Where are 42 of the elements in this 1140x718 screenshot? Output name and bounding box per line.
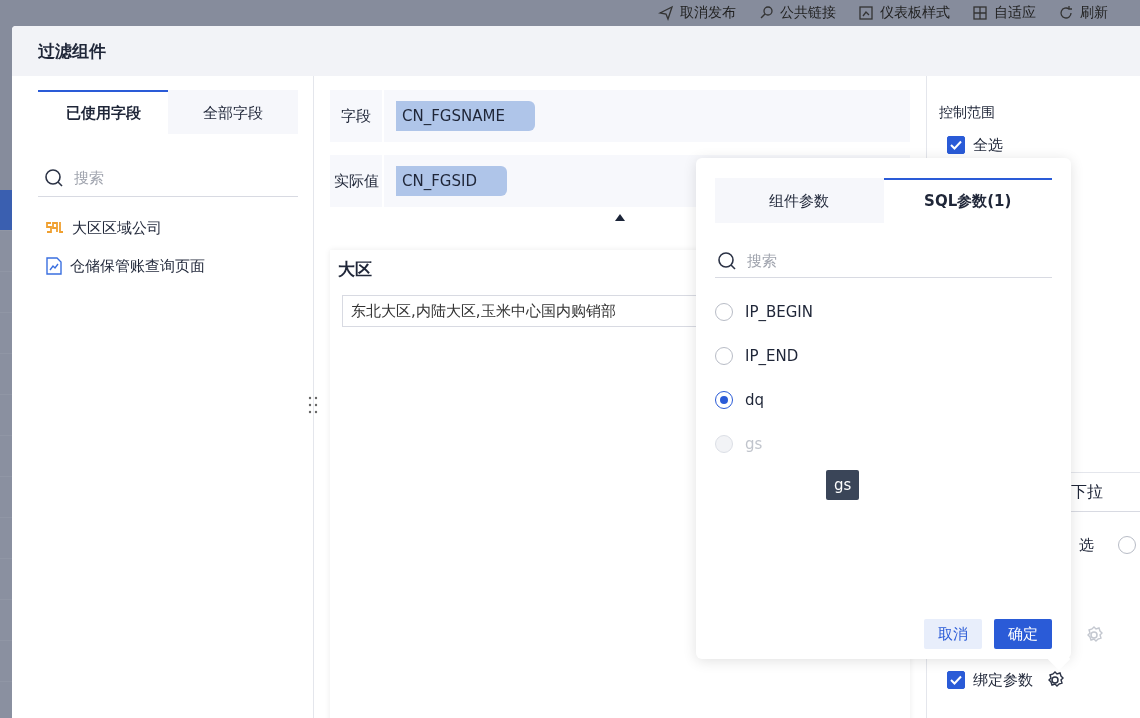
filter-title: 大区 xyxy=(338,258,372,281)
dialog-title: 过滤组件 xyxy=(38,39,106,63)
cancel-button[interactable]: 取消 xyxy=(924,619,982,649)
radio-button[interactable] xyxy=(1118,536,1136,554)
mapping-label: 字段 xyxy=(330,90,384,142)
field-chip[interactable]: CN_FGSNAME xyxy=(396,101,535,131)
confirm-button[interactable]: 确定 xyxy=(994,619,1052,649)
checkbox-label: 全选 xyxy=(973,135,1003,155)
tooltip: gs xyxy=(826,470,860,500)
checkbox[interactable] xyxy=(947,136,965,154)
dashboard-icon xyxy=(858,5,874,21)
parameter-tab[interactable]: 组件参数 xyxy=(715,178,884,223)
checkbox-label: 绑定参数 xyxy=(973,670,1033,690)
search-icon xyxy=(44,168,64,188)
send-icon xyxy=(658,5,674,21)
option-label: 选 xyxy=(1079,535,1094,555)
toolbar-button[interactable]: 自适应 xyxy=(972,4,1036,22)
parameter-name: IP_BEGIN xyxy=(745,303,813,321)
toolbar-button[interactable]: 仪表板样式 xyxy=(858,4,950,22)
radio-button[interactable] xyxy=(715,391,733,409)
radio-button[interactable] xyxy=(715,303,733,321)
toolbar-button[interactable]: 公共链接 xyxy=(758,4,836,22)
toolbar-button[interactable]: 取消发布 xyxy=(658,4,736,22)
mapping-label: 实际值 xyxy=(330,155,384,207)
field-item[interactable]: 大区区域公司 xyxy=(38,209,298,247)
drag-handle-icon[interactable] xyxy=(308,396,318,414)
field-item[interactable]: 仓储保管账查询页面 xyxy=(38,247,298,285)
chart-file-icon xyxy=(46,257,62,275)
parameter-name: IP_END xyxy=(745,347,799,365)
radio-button[interactable] xyxy=(715,347,733,365)
collapse-caret-icon[interactable] xyxy=(615,214,625,221)
checkbox[interactable] xyxy=(947,671,965,689)
grid-icon xyxy=(972,5,988,21)
parameter-name: dq xyxy=(745,391,765,409)
sql-icon xyxy=(46,221,64,235)
parameter-name: gs xyxy=(745,435,763,453)
toolbar-button[interactable]: 刷新 xyxy=(1058,4,1108,22)
search-icon xyxy=(717,250,737,271)
refresh-icon xyxy=(1058,5,1074,21)
section-label: 控制范围 xyxy=(939,104,995,122)
field-chip[interactable]: CN_FGSID xyxy=(396,166,507,196)
field-tab[interactable]: 全部字段 xyxy=(168,90,298,134)
